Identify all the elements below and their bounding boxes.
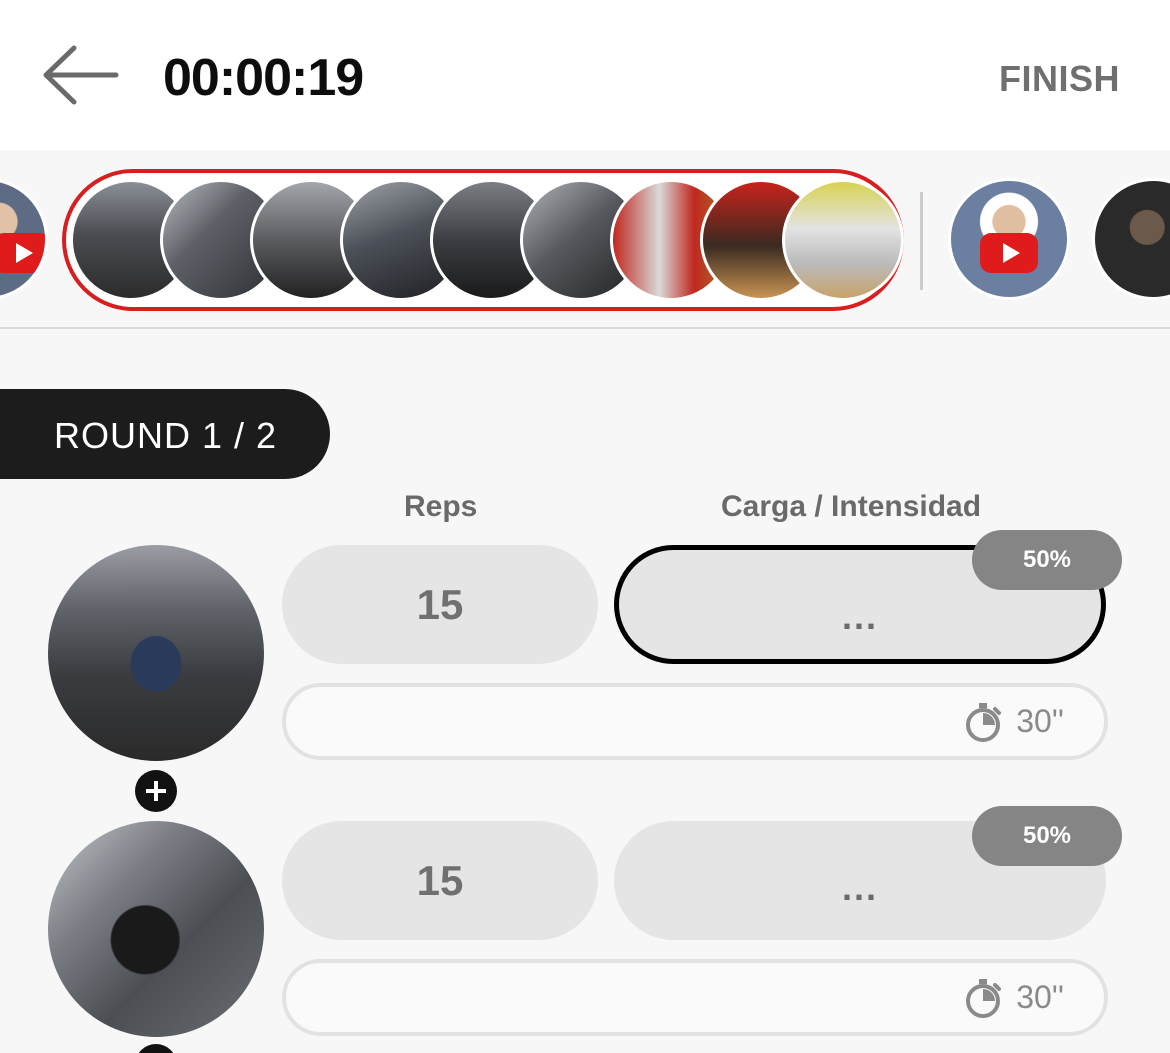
exercise-group[interactable]	[62, 169, 904, 311]
load-value: ...	[841, 867, 878, 908]
stopwatch-icon	[966, 979, 1001, 1018]
exercise-image[interactable]	[48, 545, 264, 761]
video-play-icon	[0, 232, 45, 273]
reps-value: 15	[416, 857, 464, 904]
arrow-left-icon	[43, 45, 119, 105]
reps-column-header: Reps	[404, 490, 478, 523]
add-exercise-button[interactable]	[135, 770, 177, 812]
reps-field[interactable]: 15	[282, 545, 598, 664]
load-column-header: Carga / Intensidad	[721, 490, 982, 523]
round-label: ROUND 1 / 2	[54, 415, 278, 456]
exercise-thumb[interactable]	[782, 179, 904, 301]
divider	[0, 327, 1170, 329]
reps-value: 15	[416, 581, 464, 628]
rest-timer-field[interactable]: 30''	[282, 959, 1108, 1036]
stopwatch-icon	[966, 703, 1001, 742]
rest-time: 30''	[1016, 979, 1064, 1015]
intensity-badge[interactable]: 50%	[972, 530, 1122, 590]
exercise-carousel[interactable]	[0, 150, 1170, 330]
workout-timer: 00:00:19	[163, 49, 364, 107]
rest-timer-field[interactable]: 30''	[282, 683, 1108, 760]
exercise-thumb[interactable]	[1092, 178, 1170, 300]
intensity-badge[interactable]: 50%	[972, 806, 1122, 866]
carousel-separator	[920, 192, 923, 290]
back-button[interactable]	[40, 42, 120, 108]
round-indicator: ROUND 1 / 2	[0, 389, 330, 479]
top-bar: 00:00:19 FINISH	[0, 0, 1170, 150]
reps-field[interactable]: 15	[282, 821, 598, 940]
load-value: ...	[841, 596, 878, 637]
video-play-icon	[980, 232, 1038, 273]
finish-button[interactable]: FINISH	[999, 58, 1120, 100]
exercise-image[interactable]	[48, 821, 264, 1037]
add-exercise-button[interactable]	[135, 1044, 177, 1053]
rest-time: 30''	[1016, 703, 1064, 739]
exercise-thumb-video[interactable]	[0, 178, 48, 300]
exercise-thumb-video[interactable]	[948, 178, 1070, 300]
